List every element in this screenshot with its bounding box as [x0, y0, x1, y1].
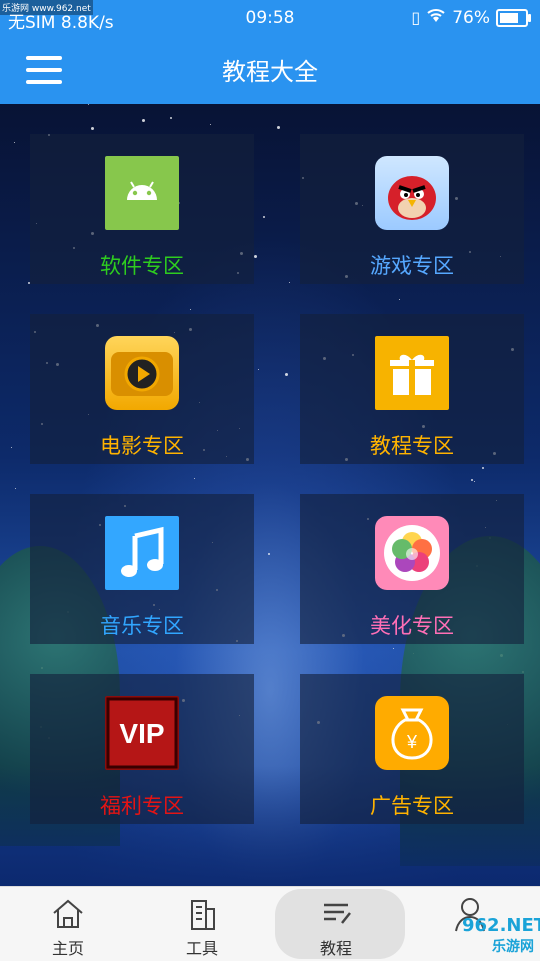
tile-ads[interactable]: ¥ 广告专区 [300, 674, 524, 824]
star-decoration [393, 648, 394, 649]
site-watermark: 962.NET 乐游网 [462, 915, 540, 955]
tab-tutorials[interactable]: 教程 [275, 887, 405, 961]
tile-label: 电影专区 [100, 434, 184, 458]
star-decoration [11, 447, 12, 448]
star-decoration [194, 478, 195, 479]
status-bar: 乐游网 www.962.net 无SIM 8.8K/s 09:58 ▯ 76% [0, 0, 540, 36]
tab-label: 教程 [319, 939, 352, 958]
tile-label: 美化专区 [370, 614, 454, 638]
svg-text:VIP: VIP [119, 718, 164, 749]
tab-tools[interactable]: 工具 [142, 887, 262, 961]
app-header: 教程大全 [0, 36, 540, 104]
tile-music[interactable]: 音乐专区 [30, 494, 254, 644]
tab-label: 工具 [185, 939, 218, 958]
vip-icon: VIP [105, 696, 179, 770]
wifi-icon [426, 7, 446, 28]
star-decoration [88, 104, 89, 105]
gift-icon [375, 336, 449, 410]
tile-label: 广告专区 [370, 794, 454, 818]
star-decoration [263, 216, 265, 218]
tile-themes[interactable]: 美化专区 [300, 494, 524, 644]
star-decoration [482, 467, 484, 469]
tile-label: 软件专区 [100, 254, 184, 278]
star-decoration [14, 142, 15, 143]
android-icon [105, 156, 179, 230]
star-decoration [277, 126, 280, 129]
star-decoration [285, 373, 288, 376]
vibrate-icon: ▯ [411, 8, 421, 27]
tile-games[interactable]: 游戏专区 [300, 134, 524, 284]
money-bag-icon: ¥ [375, 696, 449, 770]
tile-label: 福利专区 [100, 794, 184, 818]
star-decoration [258, 369, 259, 370]
flower-icon [375, 516, 449, 590]
star-decoration [289, 282, 290, 283]
svg-text:¥: ¥ [406, 732, 418, 752]
building-icon [182, 893, 222, 933]
tile-tutorials[interactable]: 教程专区 [300, 314, 524, 464]
tab-home[interactable]: 主页 [8, 887, 128, 961]
tile-label: 教程专区 [370, 434, 454, 458]
battery-icon [496, 8, 531, 27]
star-decoration [474, 481, 475, 482]
tile-label: 音乐专区 [100, 614, 184, 638]
tab-label: 主页 [51, 939, 84, 958]
page-title: 教程大全 [222, 58, 318, 86]
status-right: ▯ 76% [411, 7, 531, 28]
star-decoration [142, 119, 145, 122]
play-icon [105, 336, 179, 410]
star-decoration [15, 488, 16, 489]
star-decoration [190, 309, 191, 310]
angry-bird-icon [375, 156, 449, 230]
notes-icon [316, 893, 356, 933]
star-decoration [471, 479, 473, 481]
tile-label: 游戏专区 [370, 254, 454, 278]
star-decoration [91, 127, 94, 130]
tile-movies[interactable]: 电影专区 [30, 314, 254, 464]
tile-welfare[interactable]: VIP 福利专区 [30, 674, 254, 824]
bottom-tab-bar: 主页 工具 教程 962.NET 乐游网 [0, 886, 540, 961]
home-icon [48, 893, 88, 933]
star-decoration [210, 124, 211, 125]
battery-percentage: 76% [452, 7, 490, 28]
star-decoration [399, 299, 400, 300]
star-decoration [170, 117, 172, 119]
watermark-site: 乐游网 [492, 939, 534, 955]
star-decoration [268, 553, 270, 555]
star-decoration [254, 255, 257, 258]
watermark-brand: 962.NET [462, 915, 540, 936]
tile-software[interactable]: 软件专区 [30, 134, 254, 284]
music-note-icon [105, 516, 179, 590]
